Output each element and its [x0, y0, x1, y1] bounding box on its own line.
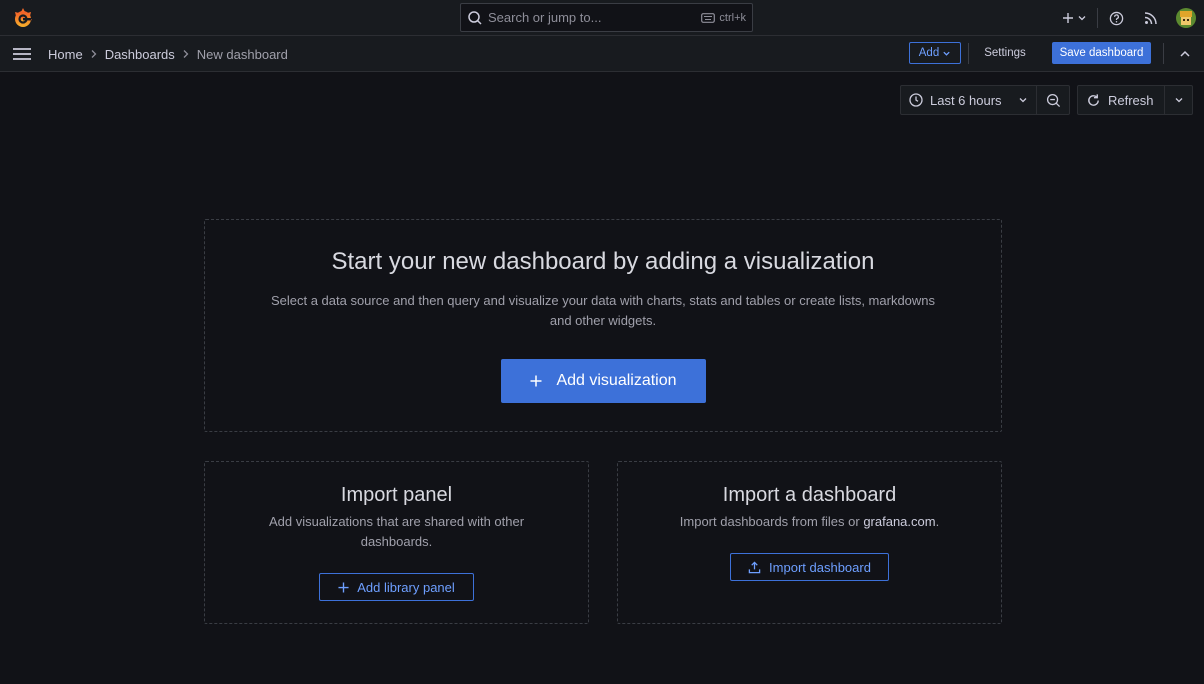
time-range-label: Last 6 hours — [930, 92, 1002, 108]
top-right-actions — [1059, 0, 1204, 36]
add-visualization-label: Add visualization — [556, 372, 677, 389]
breadcrumb-bar: Home Dashboards New dashboard Add Settin… — [0, 36, 1204, 72]
refresh-label: Refresh — [1108, 92, 1154, 108]
refresh-button[interactable]: Refresh — [1077, 85, 1165, 115]
top-bar: Search or jump to... ctrl+k — [0, 0, 1204, 36]
import-dashboard-card: Import a dashboard Import dashboards fro… — [617, 461, 1002, 624]
help-icon — [1109, 11, 1123, 25]
breadcrumb-new-dashboard: New dashboard — [196, 46, 288, 62]
chevron-right-icon — [182, 49, 190, 59]
import-panel-card: Import panel Add visualizations that are… — [204, 461, 589, 624]
menu-button[interactable] — [12, 44, 32, 64]
hamburger-menu-icon — [13, 48, 31, 60]
import-dashboard-description: Import dashboards from files or grafana.… — [658, 512, 961, 532]
empty-state-title: Start your new dashboard by adding a vis… — [331, 248, 875, 275]
keyboard-icon — [701, 12, 716, 23]
refresh-interval-dropdown[interactable] — [1165, 85, 1193, 115]
upload-icon — [748, 560, 761, 573]
refresh-icon — [1088, 93, 1099, 106]
add-library-panel-label: Add library panel — [357, 579, 455, 595]
clock-icon — [909, 93, 923, 107]
import-dashboard-title: Import a dashboard — [722, 484, 897, 506]
empty-dashboard-panel: Start your new dashboard by adding a vis… — [204, 219, 1002, 432]
import-dashboard-button[interactable]: Import dashboard — [730, 553, 889, 581]
save-dashboard-button[interactable]: Save dashboard — [1052, 42, 1151, 64]
chevron-down-icon — [943, 51, 950, 56]
add-library-panel-button[interactable]: Add library panel — [319, 573, 474, 601]
search-input[interactable]: Search or jump to... ctrl+k — [460, 3, 753, 32]
settings-button[interactable]: Settings — [975, 42, 1035, 64]
chevron-up-icon — [1180, 50, 1190, 57]
plus-icon — [530, 375, 542, 387]
import-dashboard-label: Import dashboard — [769, 559, 871, 575]
breadcrumb: Home Dashboards New dashboard — [48, 36, 288, 72]
profile-button[interactable] — [1168, 4, 1204, 32]
add-button-label: Add — [918, 47, 940, 59]
grafana-com-link[interactable]: grafana.com — [863, 514, 935, 529]
chevron-down-icon — [1078, 16, 1085, 21]
avatar — [1176, 8, 1196, 28]
help-button[interactable] — [1098, 4, 1134, 32]
search-icon — [467, 10, 483, 26]
search-shortcut: ctrl+k — [701, 12, 746, 24]
plus-icon — [1062, 13, 1073, 23]
grafana-logo-icon[interactable] — [12, 7, 34, 29]
divider — [1163, 43, 1164, 64]
description-suffix: . — [935, 514, 940, 529]
import-panel-title: Import panel — [340, 484, 453, 506]
time-range-picker[interactable]: Last 6 hours — [900, 85, 1037, 115]
search-placeholder: Search or jump to... — [488, 10, 602, 25]
empty-state-description: Select a data source and then query and … — [270, 293, 936, 328]
plus-icon — [338, 581, 349, 593]
news-button[interactable] — [1134, 4, 1168, 32]
add-button[interactable]: Add — [909, 42, 961, 64]
add-visualization-button[interactable]: Add visualization — [501, 359, 706, 403]
import-panel-description: Add visualizations that are shared with … — [268, 514, 525, 549]
chevron-down-icon — [1019, 98, 1027, 103]
chevron-down-icon — [1175, 98, 1182, 103]
breadcrumb-dashboards[interactable]: Dashboards — [105, 47, 175, 62]
zoom-out-icon — [1046, 93, 1060, 107]
import-dashboard-description-text: Import dashboards from files or — [679, 514, 860, 529]
collapse-button[interactable] — [1175, 44, 1195, 64]
search-shortcut-label: ctrl+k — [719, 11, 746, 24]
rss-icon — [1144, 12, 1157, 25]
divider — [968, 43, 969, 64]
new-menu-button[interactable] — [1059, 4, 1089, 32]
chevron-right-icon — [90, 49, 98, 59]
zoom-out-button[interactable] — [1037, 85, 1070, 115]
breadcrumb-home[interactable]: Home — [48, 47, 83, 62]
